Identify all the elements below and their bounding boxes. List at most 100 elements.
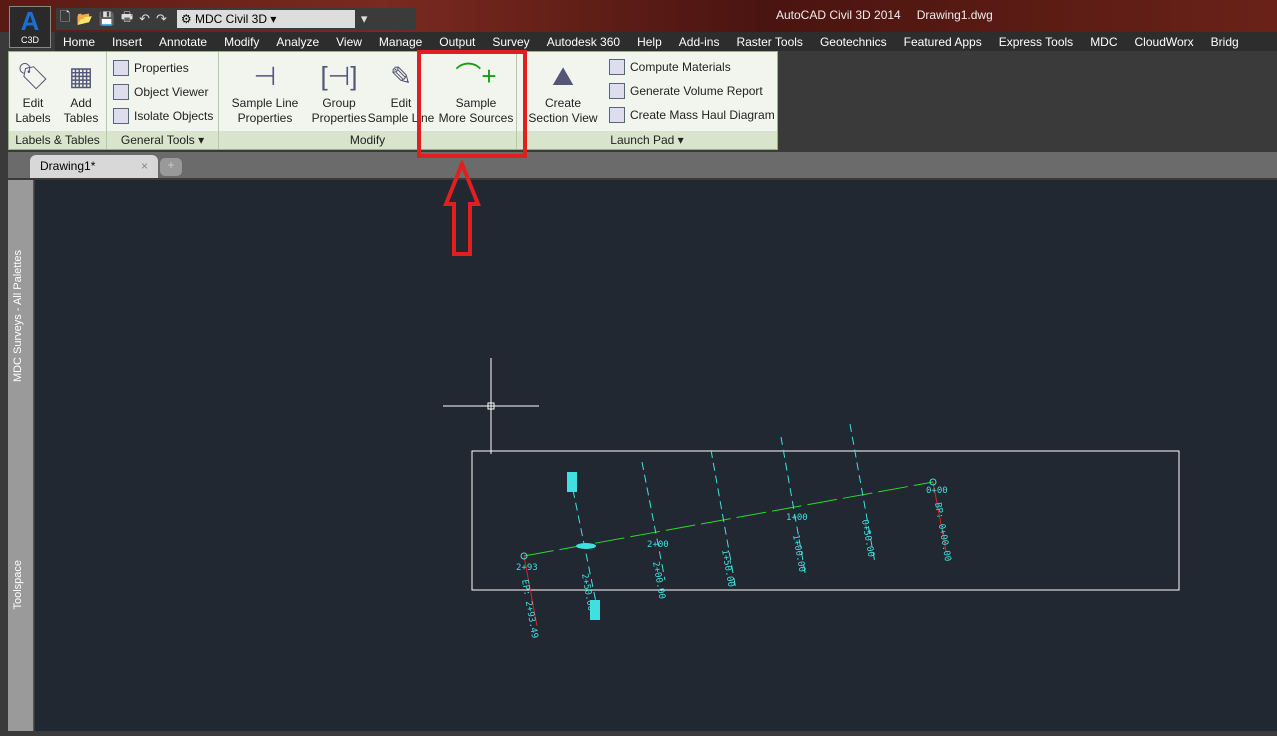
tab-geotechnics[interactable]: Geotechnics — [812, 32, 896, 51]
document-tabs: Drawing1* × + — [8, 152, 1277, 178]
viewport-frame — [471, 450, 1180, 591]
group-properties-label: Group Properties — [311, 96, 367, 125]
highlight-box — [417, 50, 527, 158]
create-mass-haul-label: Create Mass Haul Diagram — [630, 108, 775, 122]
edit-labels-label: Edit Labels — [15, 96, 51, 125]
label-0-50: 0+50.00 — [859, 519, 875, 558]
drawing-canvas[interactable]: 2+93 EP: 2+93.49 2+50.00 2+00 2+00.00 1+… — [35, 180, 1277, 731]
volume-report-icon — [609, 83, 625, 99]
general-tools-dropdown[interactable]: General Tools ▾ — [107, 131, 218, 149]
crosshair-cursor — [443, 358, 539, 454]
tab-name: Drawing1* — [40, 159, 96, 173]
sample-line-properties-icon: ⊣ — [253, 61, 277, 91]
grip-top — [567, 472, 577, 492]
undo-icon[interactable]: ↶ — [139, 11, 150, 27]
group-properties-button[interactable]: [⊣] Group Properties — [307, 56, 371, 126]
panel-general-tools: Properties Object Viewer Isolate Objects… — [107, 52, 219, 149]
palette-mdc-surveys[interactable]: MDC Surveys - All Palettes — [12, 250, 24, 382]
autocad-logo-icon: A — [20, 6, 40, 36]
create-section-view-label: Create Section View — [528, 96, 598, 125]
properties-icon — [113, 60, 129, 76]
label-2-50: 2+50.00 — [579, 573, 595, 612]
label-1-00-station: 1+00 — [786, 513, 808, 523]
section-view-icon: ⛰ — [552, 61, 574, 91]
redo-icon[interactable]: ↷ — [156, 11, 167, 27]
tab-survey[interactable]: Survey — [484, 32, 538, 51]
object-viewer-icon — [113, 84, 129, 100]
sample-line-properties-label: Sample Line Properties — [231, 96, 299, 125]
tab-analyze[interactable]: Analyze — [268, 32, 328, 51]
ribbon: 🏷 Edit Labels ▦ Add Tables Labels & Tables… — [8, 51, 778, 150]
grip-middle — [576, 543, 596, 549]
label-1-00: 1+00.00 — [790, 534, 806, 573]
object-viewer-label: Object Viewer — [134, 85, 209, 99]
new-icon[interactable]: 🗋 — [60, 8, 70, 30]
tab-featured-apps[interactable]: Featured Apps — [896, 32, 991, 51]
tab-insert[interactable]: Insert — [104, 32, 151, 51]
panel-launch-pad: ⛰ Create Section View Compute Materials G… — [517, 52, 777, 149]
workspace-dropdown[interactable]: ⚙ MDC Civil 3D ▾ — [176, 10, 355, 28]
edit-labels-button[interactable]: 🏷 Edit Labels — [13, 56, 53, 126]
label-2-93: 2+93 — [516, 563, 538, 573]
add-tables-button[interactable]: ▦ Add Tables — [59, 56, 103, 126]
compute-materials-button[interactable]: Compute Materials — [609, 55, 775, 79]
new-tab-button[interactable]: + — [160, 158, 182, 176]
quick-access-toolbar: 🗋 📂 💾 🖶 ↶ ↷ ⚙ MDC Civil 3D ▾ ▾ — [56, 8, 416, 30]
tab-output[interactable]: Output — [431, 32, 484, 51]
create-mass-haul-button[interactable]: Create Mass Haul Diagram — [609, 103, 775, 127]
tab-mdc[interactable]: MDC — [1082, 32, 1126, 51]
generate-volume-report-button[interactable]: Generate Volume Report — [609, 79, 775, 103]
tab-modify[interactable]: Modify — [216, 32, 268, 51]
label-0-00-station: 0+00 — [926, 486, 948, 496]
isolate-objects-icon — [113, 108, 129, 124]
compute-materials-label: Compute Materials — [630, 60, 731, 74]
create-section-view-button[interactable]: ⛰ Create Section View — [523, 56, 603, 126]
mass-haul-icon — [609, 107, 625, 123]
sample-lines — [572, 423, 876, 613]
object-viewer-button[interactable]: Object Viewer — [113, 80, 218, 104]
panel-title-general-tools: General Tools — [120, 133, 195, 147]
panel-title-launch-pad: Launch Pad — [610, 133, 675, 147]
qat-more-icon[interactable]: ▾ — [361, 11, 368, 27]
app-title: AutoCAD Civil 3D 2014 — [776, 8, 901, 22]
application-menu-button[interactable]: A C3D — [9, 6, 51, 48]
tab-express-tools[interactable]: Express Tools — [991, 32, 1082, 51]
close-tab-icon[interactable]: × — [141, 159, 148, 174]
panel-title-labels-tables: Labels & Tables — [9, 131, 106, 149]
sample-line-properties-button[interactable]: ⊣ Sample Line Properties — [223, 56, 307, 126]
isolate-objects-button[interactable]: Isolate Objects — [113, 104, 218, 128]
tab-manage[interactable]: Manage — [371, 32, 431, 51]
ribbon-tabs: Home Insert Annotate Modify Analyze View Manag… — [55, 32, 1277, 51]
window-title: AutoCAD Civil 3D 2014 Drawing1.dwg — [776, 8, 1009, 22]
properties-button[interactable]: Properties — [113, 56, 218, 80]
label-2-00-station: 2+00 — [647, 540, 669, 550]
save-icon[interactable]: 💾 — [99, 11, 115, 27]
isolate-objects-label: Isolate Objects — [134, 109, 214, 123]
generate-volume-report-label: Generate Volume Report — [630, 84, 763, 98]
tab-raster-tools[interactable]: Raster Tools — [728, 32, 811, 51]
properties-label: Properties — [134, 61, 189, 75]
tab-cloudworx[interactable]: CloudWorx — [1127, 32, 1203, 51]
group-properties-icon: [⊣] — [320, 61, 358, 91]
launch-pad-dropdown[interactable]: Launch Pad ▾ — [517, 131, 777, 149]
table-icon: ▦ — [68, 61, 94, 91]
tab-annotate[interactable]: Annotate — [151, 32, 216, 51]
tab-view[interactable]: View — [328, 32, 371, 51]
palette-toolspace[interactable]: Toolspace — [12, 560, 24, 610]
workspace-value: MDC Civil 3D — [195, 12, 268, 26]
tab-drawing1[interactable]: Drawing1* × — [30, 155, 158, 178]
label-ep: EP: 2+93.49 — [519, 579, 539, 639]
drawing: 2+93 EP: 2+93.49 2+50.00 2+00 2+00.00 1+… — [443, 358, 1180, 639]
tab-addins[interactable]: Add-ins — [671, 32, 729, 51]
tab-autodesk360[interactable]: Autodesk 360 — [539, 32, 629, 51]
tab-bridge[interactable]: Bridg — [1203, 32, 1248, 51]
up-arrow-annotation — [443, 160, 481, 256]
tag-icon: 🏷 — [16, 61, 50, 91]
tab-home[interactable]: Home — [55, 32, 104, 51]
tab-help[interactable]: Help — [629, 32, 671, 51]
label-2-00: 2+00.00 — [650, 561, 666, 600]
palette-strip: MDC Surveys - All Palettes Toolspace — [8, 180, 34, 731]
label-bp: BP: 0+00.00 — [932, 502, 952, 562]
print-icon[interactable]: 🖶 — [121, 8, 133, 30]
open-icon[interactable]: 📂 — [76, 11, 92, 27]
